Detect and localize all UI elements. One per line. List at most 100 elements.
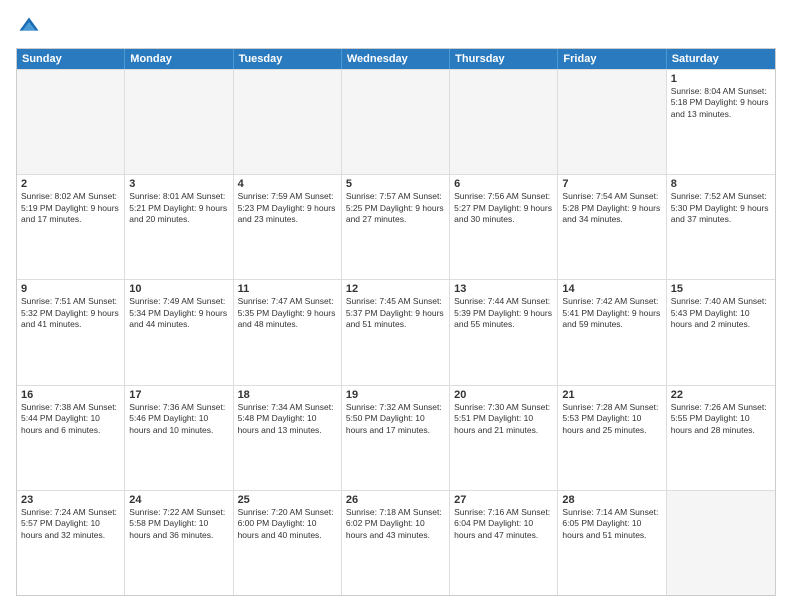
calendar-cell: 6Sunrise: 7:56 AM Sunset: 5:27 PM Daylig… — [450, 175, 558, 279]
day-number: 10 — [129, 283, 228, 295]
day-number: 16 — [21, 389, 120, 401]
calendar-cell: 11Sunrise: 7:47 AM Sunset: 5:35 PM Dayli… — [234, 280, 342, 384]
day-number: 19 — [346, 389, 445, 401]
calendar-body: 1Sunrise: 8:04 AM Sunset: 5:18 PM Daylig… — [17, 69, 775, 595]
calendar-row-2: 2Sunrise: 8:02 AM Sunset: 5:19 PM Daylig… — [17, 174, 775, 279]
day-number: 6 — [454, 178, 553, 190]
header — [16, 16, 776, 38]
header-day-thursday: Thursday — [450, 49, 558, 69]
day-number: 27 — [454, 494, 553, 506]
day-number: 17 — [129, 389, 228, 401]
calendar-header: SundayMondayTuesdayWednesdayThursdayFrid… — [17, 49, 775, 69]
day-number: 26 — [346, 494, 445, 506]
day-number: 14 — [562, 283, 661, 295]
calendar-cell: 28Sunrise: 7:14 AM Sunset: 6:05 PM Dayli… — [558, 491, 666, 595]
day-info: Sunrise: 7:36 AM Sunset: 5:46 PM Dayligh… — [129, 402, 228, 436]
day-info: Sunrise: 7:28 AM Sunset: 5:53 PM Dayligh… — [562, 402, 661, 436]
calendar-cell: 8Sunrise: 7:52 AM Sunset: 5:30 PM Daylig… — [667, 175, 775, 279]
header-day-sunday: Sunday — [17, 49, 125, 69]
calendar-row-3: 9Sunrise: 7:51 AM Sunset: 5:32 PM Daylig… — [17, 279, 775, 384]
calendar-cell — [667, 491, 775, 595]
day-info: Sunrise: 7:26 AM Sunset: 5:55 PM Dayligh… — [671, 402, 771, 436]
calendar-cell: 21Sunrise: 7:28 AM Sunset: 5:53 PM Dayli… — [558, 386, 666, 490]
header-day-monday: Monday — [125, 49, 233, 69]
day-number: 1 — [671, 73, 771, 85]
day-number: 23 — [21, 494, 120, 506]
day-info: Sunrise: 7:22 AM Sunset: 5:58 PM Dayligh… — [129, 507, 228, 541]
calendar-cell: 26Sunrise: 7:18 AM Sunset: 6:02 PM Dayli… — [342, 491, 450, 595]
calendar-cell — [450, 70, 558, 174]
calendar-cell: 2Sunrise: 8:02 AM Sunset: 5:19 PM Daylig… — [17, 175, 125, 279]
page: SundayMondayTuesdayWednesdayThursdayFrid… — [0, 0, 792, 612]
day-info: Sunrise: 7:34 AM Sunset: 5:48 PM Dayligh… — [238, 402, 337, 436]
day-info: Sunrise: 7:14 AM Sunset: 6:05 PM Dayligh… — [562, 507, 661, 541]
day-info: Sunrise: 7:57 AM Sunset: 5:25 PM Dayligh… — [346, 191, 445, 225]
calendar-row-5: 23Sunrise: 7:24 AM Sunset: 5:57 PM Dayli… — [17, 490, 775, 595]
day-number: 11 — [238, 283, 337, 295]
day-number: 13 — [454, 283, 553, 295]
calendar-cell: 9Sunrise: 7:51 AM Sunset: 5:32 PM Daylig… — [17, 280, 125, 384]
day-number: 22 — [671, 389, 771, 401]
day-info: Sunrise: 7:56 AM Sunset: 5:27 PM Dayligh… — [454, 191, 553, 225]
calendar-cell — [342, 70, 450, 174]
day-number: 15 — [671, 283, 771, 295]
day-info: Sunrise: 7:38 AM Sunset: 5:44 PM Dayligh… — [21, 402, 120, 436]
calendar: SundayMondayTuesdayWednesdayThursdayFrid… — [16, 48, 776, 596]
day-info: Sunrise: 7:52 AM Sunset: 5:30 PM Dayligh… — [671, 191, 771, 225]
day-number: 21 — [562, 389, 661, 401]
day-info: Sunrise: 7:20 AM Sunset: 6:00 PM Dayligh… — [238, 507, 337, 541]
day-info: Sunrise: 7:51 AM Sunset: 5:32 PM Dayligh… — [21, 296, 120, 330]
day-number: 28 — [562, 494, 661, 506]
day-info: Sunrise: 7:59 AM Sunset: 5:23 PM Dayligh… — [238, 191, 337, 225]
calendar-cell: 22Sunrise: 7:26 AM Sunset: 5:55 PM Dayli… — [667, 386, 775, 490]
calendar-cell: 17Sunrise: 7:36 AM Sunset: 5:46 PM Dayli… — [125, 386, 233, 490]
calendar-cell: 10Sunrise: 7:49 AM Sunset: 5:34 PM Dayli… — [125, 280, 233, 384]
calendar-cell: 15Sunrise: 7:40 AM Sunset: 5:43 PM Dayli… — [667, 280, 775, 384]
calendar-cell: 18Sunrise: 7:34 AM Sunset: 5:48 PM Dayli… — [234, 386, 342, 490]
day-info: Sunrise: 7:24 AM Sunset: 5:57 PM Dayligh… — [21, 507, 120, 541]
calendar-row-4: 16Sunrise: 7:38 AM Sunset: 5:44 PM Dayli… — [17, 385, 775, 490]
day-number: 25 — [238, 494, 337, 506]
calendar-cell — [234, 70, 342, 174]
day-info: Sunrise: 7:16 AM Sunset: 6:04 PM Dayligh… — [454, 507, 553, 541]
day-number: 20 — [454, 389, 553, 401]
day-info: Sunrise: 7:47 AM Sunset: 5:35 PM Dayligh… — [238, 296, 337, 330]
day-info: Sunrise: 8:01 AM Sunset: 5:21 PM Dayligh… — [129, 191, 228, 225]
calendar-cell: 20Sunrise: 7:30 AM Sunset: 5:51 PM Dayli… — [450, 386, 558, 490]
calendar-cell: 27Sunrise: 7:16 AM Sunset: 6:04 PM Dayli… — [450, 491, 558, 595]
header-day-friday: Friday — [558, 49, 666, 69]
calendar-cell: 19Sunrise: 7:32 AM Sunset: 5:50 PM Dayli… — [342, 386, 450, 490]
calendar-cell: 25Sunrise: 7:20 AM Sunset: 6:00 PM Dayli… — [234, 491, 342, 595]
calendar-cell: 13Sunrise: 7:44 AM Sunset: 5:39 PM Dayli… — [450, 280, 558, 384]
calendar-cell: 16Sunrise: 7:38 AM Sunset: 5:44 PM Dayli… — [17, 386, 125, 490]
calendar-cell — [558, 70, 666, 174]
calendar-cell: 1Sunrise: 8:04 AM Sunset: 5:18 PM Daylig… — [667, 70, 775, 174]
day-info: Sunrise: 7:45 AM Sunset: 5:37 PM Dayligh… — [346, 296, 445, 330]
day-number: 12 — [346, 283, 445, 295]
day-number: 4 — [238, 178, 337, 190]
day-info: Sunrise: 7:42 AM Sunset: 5:41 PM Dayligh… — [562, 296, 661, 330]
calendar-cell: 14Sunrise: 7:42 AM Sunset: 5:41 PM Dayli… — [558, 280, 666, 384]
day-number: 5 — [346, 178, 445, 190]
day-info: Sunrise: 7:49 AM Sunset: 5:34 PM Dayligh… — [129, 296, 228, 330]
day-number: 8 — [671, 178, 771, 190]
day-number: 7 — [562, 178, 661, 190]
calendar-cell: 7Sunrise: 7:54 AM Sunset: 5:28 PM Daylig… — [558, 175, 666, 279]
day-number: 18 — [238, 389, 337, 401]
calendar-cell: 4Sunrise: 7:59 AM Sunset: 5:23 PM Daylig… — [234, 175, 342, 279]
day-info: Sunrise: 8:02 AM Sunset: 5:19 PM Dayligh… — [21, 191, 120, 225]
day-info: Sunrise: 7:54 AM Sunset: 5:28 PM Dayligh… — [562, 191, 661, 225]
day-info: Sunrise: 7:40 AM Sunset: 5:43 PM Dayligh… — [671, 296, 771, 330]
calendar-cell: 24Sunrise: 7:22 AM Sunset: 5:58 PM Dayli… — [125, 491, 233, 595]
header-day-tuesday: Tuesday — [234, 49, 342, 69]
calendar-row-1: 1Sunrise: 8:04 AM Sunset: 5:18 PM Daylig… — [17, 69, 775, 174]
day-info: Sunrise: 7:44 AM Sunset: 5:39 PM Dayligh… — [454, 296, 553, 330]
day-number: 3 — [129, 178, 228, 190]
day-number: 9 — [21, 283, 120, 295]
day-info: Sunrise: 7:30 AM Sunset: 5:51 PM Dayligh… — [454, 402, 553, 436]
day-info: Sunrise: 8:04 AM Sunset: 5:18 PM Dayligh… — [671, 86, 771, 120]
calendar-cell: 3Sunrise: 8:01 AM Sunset: 5:21 PM Daylig… — [125, 175, 233, 279]
header-day-wednesday: Wednesday — [342, 49, 450, 69]
day-number: 24 — [129, 494, 228, 506]
logo — [16, 16, 40, 38]
